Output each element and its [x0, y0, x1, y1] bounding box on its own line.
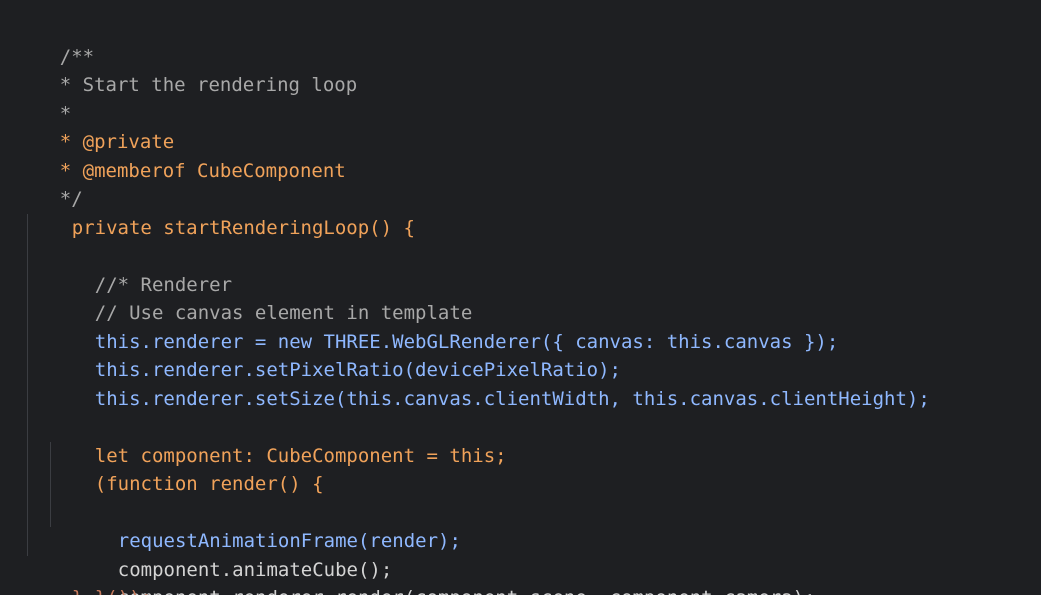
code-line-18: component.renderer.render(component.scen… [0, 498, 1041, 595]
indent-guide [27, 441, 28, 470]
code-text: }()); [95, 587, 152, 595]
indent-guide [27, 413, 28, 442]
code-text: component.renderer.render(component.scen… [118, 587, 816, 595]
indent-guide [27, 242, 28, 271]
code-text: } [72, 587, 83, 595]
indent-guide [27, 384, 28, 413]
code-line-4: * @private [0, 100, 1041, 153]
code-line-11: this.renderer.setPixelRatio(devicePixelR… [0, 299, 1041, 381]
indent-guide [50, 470, 51, 499]
code-line-20: } [0, 556, 1041, 595]
code-line-8: //* Renderer [0, 213, 1041, 296]
indent-guide [27, 356, 28, 385]
code-line-14: let component: CubeComponent = this; [0, 384, 1041, 467]
indent-guide [27, 527, 28, 556]
code-line-9: // Use canvas element in template [0, 242, 1041, 324]
code-line-13 [0, 356, 1041, 385]
indent-guide [50, 498, 51, 527]
indent-guide [50, 441, 51, 470]
code-line-3: * [0, 71, 1041, 125]
indent-guide [27, 270, 28, 299]
code-line-1: /** [0, 14, 1041, 68]
code-line-6: */ [0, 157, 1041, 210]
indent-guide [27, 213, 28, 242]
code-line-5: * @memberof CubeComponent [0, 128, 1041, 182]
code-editor: /** * Start the rendering loop * * @priv… [0, 0, 1041, 595]
code-line-15: (function render() { [0, 413, 1041, 495]
indent-guide [27, 498, 28, 527]
indent-guide [27, 327, 28, 356]
code-line-7: private startRenderingLoop() { [0, 185, 1041, 239]
indent-guide [27, 470, 28, 499]
code-line-17: component.animateCube(); [0, 470, 1041, 581]
indent-guide [27, 299, 28, 328]
code-line-12: this.renderer.setSize(this.canvas.client… [0, 327, 1041, 410]
code-line-2: * Start the rendering loop [0, 43, 1041, 96]
code-line-10: this.renderer = new THREE.WebGLRenderer(… [0, 270, 1041, 353]
code-line-16: requestAnimationFrame(render); [0, 441, 1041, 552]
code-line-19: }()); [0, 527, 1041, 595]
